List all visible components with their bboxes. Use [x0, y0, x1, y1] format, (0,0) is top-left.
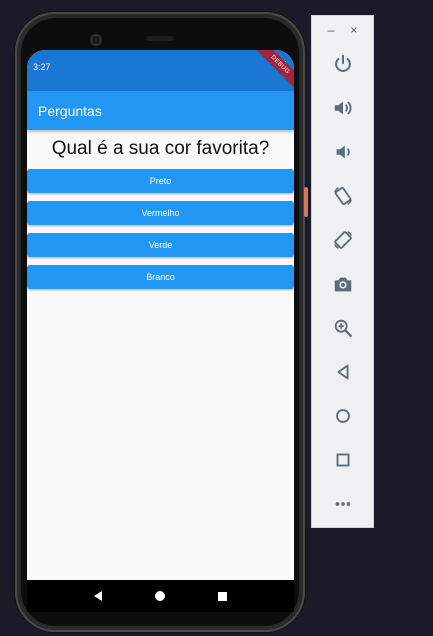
back-button[interactable]: [330, 359, 356, 385]
rotate-left-button[interactable]: [330, 183, 356, 209]
status-time: 3:27: [33, 62, 51, 72]
more-dots-icon: [335, 502, 351, 506]
minimize-button[interactable]: –: [328, 23, 335, 37]
square-icon: [336, 453, 350, 467]
home-icon[interactable]: [154, 591, 165, 601]
toolbar-window-controls: – ×: [312, 16, 373, 44]
more-button[interactable]: [330, 491, 356, 517]
question-text: Qual é a sua cor favorita?: [51, 138, 270, 159]
home-circle-icon: [336, 409, 350, 423]
volume-up-button[interactable]: [330, 95, 356, 121]
zoom-button[interactable]: [330, 315, 356, 341]
back-icon[interactable]: [93, 591, 102, 601]
back-triangle-icon: [337, 364, 349, 380]
volume-down-button[interactable]: [330, 139, 356, 165]
app-title: Perguntas: [38, 102, 102, 119]
emulator-toolbar: – ×: [311, 15, 374, 528]
app-bar: Perguntas: [27, 91, 294, 130]
recents-icon[interactable]: [218, 591, 228, 601]
power-button[interactable]: [330, 51, 356, 77]
answer-button-vermelho[interactable]: Vermelho: [27, 201, 294, 225]
status-bar: 3:27 DEBUG: [27, 50, 294, 94]
home-button[interactable]: [330, 403, 356, 429]
volume-up-icon: [334, 101, 352, 115]
overview-button[interactable]: [330, 447, 356, 473]
rotate-left-icon: [334, 186, 352, 206]
zoom-in-icon: [334, 319, 352, 337]
rotate-right-icon: [334, 231, 352, 249]
debug-banner: DEBUG: [251, 50, 294, 94]
power-icon: [335, 54, 351, 72]
rotate-right-button[interactable]: [330, 227, 356, 253]
camera-icon: [334, 277, 352, 292]
answer-button-branco[interactable]: Branco: [27, 265, 294, 289]
screenshot-button[interactable]: [330, 271, 356, 297]
volume-down-icon: [336, 145, 350, 159]
answer-button-preto[interactable]: Preto: [27, 169, 294, 193]
answer-button-verde[interactable]: Verde: [27, 233, 294, 257]
front-camera: [90, 34, 102, 46]
side-power-key: [304, 187, 308, 217]
navigation-bar: [27, 580, 294, 612]
earpiece-speaker: [146, 36, 174, 41]
device-screen: 3:27 DEBUG Perguntas Qual é a sua cor fa…: [27, 50, 294, 580]
close-button[interactable]: ×: [350, 23, 357, 37]
